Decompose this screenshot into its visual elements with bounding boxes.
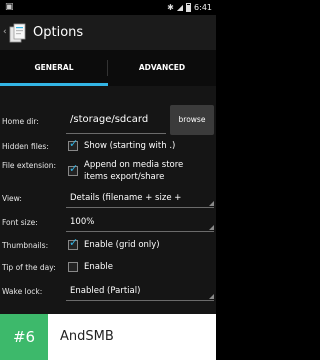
tab-bar: GENERAL ADVANCED [0, 50, 216, 86]
home-dir-value: /storage/sdcard [70, 114, 149, 125]
tip-of-day-text: Enable [84, 262, 113, 272]
hidden-files-text: Show (starting with .) [84, 141, 176, 151]
dropdown-arrow-icon [209, 225, 214, 230]
thumbnails-text: Enable (grid only) [84, 240, 160, 250]
checkmark-icon: ✓ [69, 137, 79, 150]
app-name: AndSMB [60, 329, 114, 344]
dropdown-arrow-icon [209, 201, 214, 206]
tip-of-day-checkbox[interactable] [68, 262, 78, 272]
dropdown-arrow-icon [209, 294, 214, 299]
status-time: 6:41 [194, 3, 212, 12]
action-bar: ‹ Options [0, 15, 216, 50]
signal-icon: ◢ [176, 3, 184, 12]
view-spinner-underline [66, 207, 214, 208]
file-extension-checkbox[interactable]: ✓ [68, 162, 79, 176]
font-size-spinner-underline [66, 231, 214, 232]
wake-lock-label: Wake lock: [2, 287, 43, 296]
wake-lock-spinner-underline [66, 300, 214, 301]
checkmark-icon: ✓ [69, 236, 79, 249]
file-extension-text-line1: Append on media store [84, 160, 184, 170]
home-dir-input[interactable]: /storage/sdcard [66, 107, 166, 134]
status-bar: ▣ ✱ ◢ 6:41 [0, 0, 216, 15]
app-rank-banner: #6 AndSMB [0, 314, 216, 360]
tab-advanced[interactable]: ADVANCED [108, 50, 216, 86]
font-size-label: Font size: [2, 218, 38, 227]
font-size-spinner-value[interactable]: 100% [70, 217, 94, 228]
checkmark-icon: ✓ [69, 162, 79, 175]
home-dir-label: Home dir: [2, 117, 39, 126]
hidden-files-checkbox[interactable]: ✓ [68, 137, 79, 151]
file-extension-text-line2: items export/share [84, 172, 165, 182]
app-logo-icon[interactable] [9, 23, 26, 43]
view-label: View: [2, 194, 22, 203]
view-spinner-value[interactable]: Details (filename + size + [70, 193, 208, 204]
file-extension-label: File extension: [2, 161, 57, 170]
browse-button[interactable]: browse [170, 105, 214, 135]
rank-badge: #6 [0, 314, 48, 360]
battery-icon [186, 3, 192, 12]
page-title: Options [33, 25, 84, 40]
hidden-files-label: Hidden files: [2, 142, 49, 151]
up-arrow-icon[interactable]: ‹ [3, 27, 7, 37]
thumbnails-label: Thumbnails: [2, 241, 49, 250]
general-settings-panel: Home dir: /storage/sdcard browse Hidden … [0, 86, 216, 314]
system-icons: ✱ ◢ 6:41 [167, 2, 212, 13]
tip-of-day-label: Tip of the day: [2, 263, 56, 272]
bluetooth-icon: ✱ [167, 3, 174, 12]
tab-general[interactable]: GENERAL [0, 50, 108, 86]
tab-divider [107, 60, 108, 76]
thumbnails-checkbox[interactable]: ✓ [68, 236, 79, 250]
wake-lock-spinner-value[interactable]: Enabled (Partial) [70, 286, 140, 297]
notification-icon: ▣ [5, 2, 14, 12]
